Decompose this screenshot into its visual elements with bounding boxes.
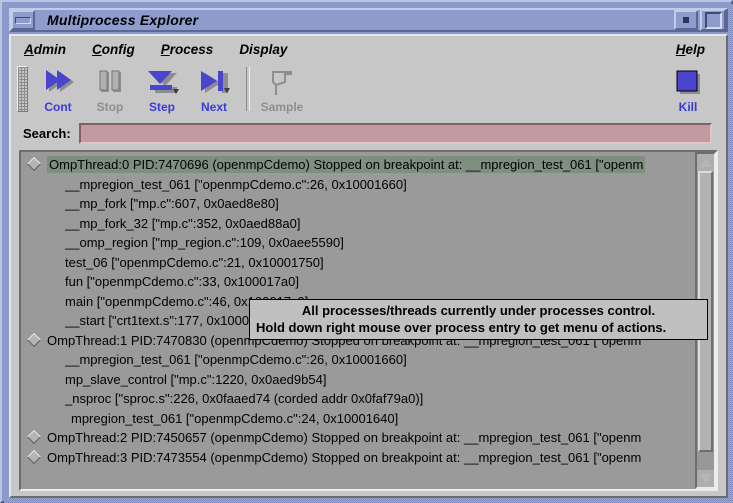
process-list-thread-row[interactable]: OmpThread:3 PID:7473554 (openmpCdemo) St… [21, 448, 695, 468]
process-list-row-label: OmpThread:3 PID:7473554 (openmpCdemo) St… [47, 449, 642, 465]
process-list-row-label: __mpregion_test_061 ["openmpCdemo.c":26,… [65, 176, 407, 192]
expand-diamond-icon[interactable] [27, 452, 42, 463]
stop-square-icon [672, 67, 704, 99]
process-list-row-label: test_06 ["openmpCdemo.c":21, 0x10001750] [65, 254, 324, 270]
stop-button-label: Stop [96, 100, 124, 114]
menu-process[interactable]: Process [148, 40, 227, 59]
process-list-frame-row[interactable]: mp_slave_control ["mp.c":1220, 0x0aed9b5… [21, 370, 695, 390]
kill-button[interactable]: Kill [662, 63, 714, 117]
cont-button-label: Cont [44, 100, 72, 114]
drag-handle-icon[interactable] [17, 66, 28, 112]
menu-help[interactable]: Help [663, 40, 718, 59]
kill-button-label: Kill [678, 100, 698, 114]
menu-config-mnemonic: C [92, 42, 102, 57]
sample-button-label: Sample [260, 100, 304, 114]
process-list-thread-row[interactable]: OmpThread:2 PID:7450657 (openmpCdemo) St… [21, 428, 695, 448]
sample-button[interactable]: Sample [256, 63, 308, 117]
process-list-row-label: OmpThread:2 PID:7450657 (openmpCdemo) St… [47, 430, 642, 446]
process-list-row-label: mp_slave_control ["mp.c":1220, 0x0aed9b5… [65, 371, 327, 387]
page-title: Multiprocess Explorer [47, 12, 199, 28]
step-button-label: Step [148, 100, 175, 114]
expand-diamond-icon[interactable] [27, 159, 42, 170]
menu-help-label: elp [685, 42, 705, 57]
maximize-icon[interactable] [700, 9, 726, 31]
window-menu-glyph [15, 16, 31, 24]
minimize-icon[interactable] [674, 10, 698, 30]
search-input[interactable] [78, 123, 712, 144]
step-into-icon [143, 67, 181, 99]
menu-admin-label: dmin [33, 42, 66, 57]
cont-button[interactable]: Cont [32, 63, 84, 117]
step-button[interactable]: Step [136, 63, 188, 117]
process-list-row-label: __omp_region ["mp_region.c":109, 0x0aee5… [65, 235, 344, 251]
tooltip: All processes/threads currently under pr… [249, 299, 708, 340]
menu-admin[interactable]: Admin [11, 40, 79, 59]
process-list-row-label: OmpThread:0 PID:7470696 (openmpCdemo) St… [47, 156, 646, 174]
tooltip-line-2: Hold down right mouse over process entry… [256, 320, 667, 335]
process-list-row-label: __mp_fork ["mp.c":607, 0x0aed8e80] [65, 196, 279, 212]
process-list-row-label: mpregion_test_061 ["openmpCdemo.c":24, 0… [71, 410, 399, 426]
process-list-frame-row[interactable]: __mpregion_test_061 ["openmpCdemo.c":26,… [21, 350, 695, 370]
minimize-glyph [683, 17, 689, 23]
step-over-icon [195, 67, 233, 99]
scroll-down-arrow-icon[interactable] [697, 470, 714, 487]
fast-forward-icon [40, 67, 76, 99]
title-bar: Multiprocess Explorer [9, 8, 728, 32]
menu-display-label: Display [239, 42, 288, 57]
menu-config-label: onfig [101, 42, 135, 57]
menu-bar: Admin Config Process Display Help [11, 36, 726, 63]
search-label: Search: [23, 126, 71, 141]
process-list-row-label: __mp_fork_32 ["mp.c":352, 0x0aed88a0] [65, 215, 301, 231]
process-list-frame-row[interactable]: __mpregion_test_061 ["openmpCdemo.c":26,… [21, 175, 695, 195]
next-button[interactable]: Next [188, 63, 240, 117]
expand-diamond-icon[interactable] [27, 335, 42, 346]
menu-process-mnemonic: P [160, 42, 170, 57]
process-list-frame-row[interactable]: __omp_region ["mp_region.c":109, 0x0aee5… [21, 233, 695, 253]
process-list-frame-row[interactable]: __mp_fork_32 ["mp.c":352, 0x0aed88a0] [21, 214, 695, 234]
process-list-row-label: _nsproc ["sproc.s":226, 0x0faaed74 (cord… [65, 391, 424, 407]
next-button-label: Next [200, 100, 227, 114]
process-list-row-label: __mpregion_test_061 ["openmpCdemo.c":26,… [65, 352, 407, 368]
application-window: Multiprocess Explorer Admin Config Proce… [0, 0, 733, 503]
menu-process-label: rocess [169, 42, 214, 57]
toolbar-separator [246, 67, 250, 111]
process-list-frame-row[interactable]: __mp_fork ["mp.c":607, 0x0aed8e80] [21, 194, 695, 214]
pause-icon [94, 67, 126, 99]
process-list-row-label: fun ["openmpCdemo.c":33, 0x100017a0] [65, 274, 299, 290]
tooltip-line-1: All processes/threads currently under pr… [301, 303, 656, 318]
scroll-down-glyph [699, 474, 712, 483]
process-list-thread-row[interactable]: OmpThread:0 PID:7470696 (openmpCdemo) St… [21, 155, 695, 175]
flag-icon [265, 67, 299, 99]
toolbar: Cont Stop Step Next Sample Kill [11, 63, 726, 117]
menu-admin-mnemonic: A [24, 42, 34, 57]
scroll-up-glyph [699, 158, 712, 167]
window-menu-icon[interactable] [11, 10, 35, 30]
stop-button[interactable]: Stop [84, 63, 136, 117]
menu-config[interactable]: Config [79, 40, 148, 59]
process-list-frame-row[interactable]: _nsproc ["sproc.s":226, 0x0faaed74 (cord… [21, 389, 695, 409]
expand-diamond-icon[interactable] [27, 432, 42, 443]
client-area: Admin Config Process Display Help Cont S… [9, 34, 728, 498]
process-list-frame-row[interactable]: mpregion_test_061 ["openmpCdemo.c":24, 0… [21, 409, 695, 429]
search-row: Search: [11, 117, 726, 150]
scroll-up-arrow-icon[interactable] [697, 154, 714, 171]
menu-display[interactable]: Display [226, 40, 300, 59]
process-list-frame-row[interactable]: fun ["openmpCdemo.c":33, 0x100017a0] [21, 272, 695, 292]
process-list-frame-row[interactable]: test_06 ["openmpCdemo.c":21, 0x10001750] [21, 253, 695, 273]
maximize-glyph [704, 11, 722, 29]
